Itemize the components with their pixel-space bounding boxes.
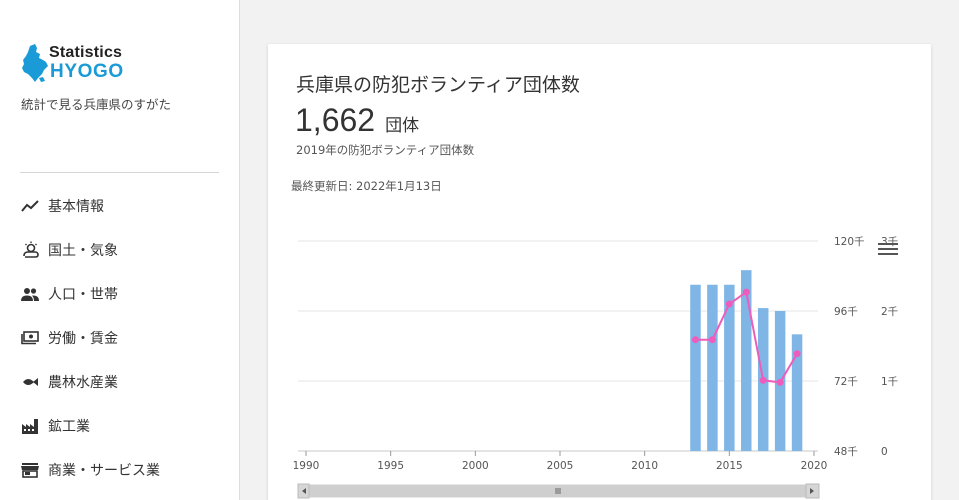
left-axis-tick-label: 120千 (834, 236, 865, 248)
stat-caption: 2019年の防犯ボランティア団体数 (296, 143, 475, 157)
statistics-hyogo-logo[interactable]: Statistics HYOGO (20, 44, 140, 84)
trend-line-icon (20, 196, 40, 216)
sidebar-item-basic-info[interactable]: 基本情報 (20, 191, 220, 221)
sidebar-item-label: 国土・気象 (48, 243, 118, 259)
right-axis-tick-label: 1千 (881, 376, 898, 388)
x-axis-tick-label: 2020 (801, 460, 828, 472)
stat-card: 兵庫県の防犯ボランティア団体数 1,662 団体 2019年の防犯ボランティア団… (268, 44, 931, 500)
left-axis-tick-label: 48千 (834, 446, 858, 458)
left-axis-tick-label: 72千 (834, 376, 858, 388)
card-title: 兵庫県の防犯ボランティア団体数 (296, 74, 580, 96)
bar (690, 284, 701, 451)
line-point (759, 376, 767, 384)
line-point (725, 300, 733, 308)
stat-unit: 団体 (385, 116, 420, 136)
chart: 48千 72千 96千 120千 0 1千 2千 3千 1990 1995 2000 2005 2010… (293, 236, 898, 499)
x-axis-tick-label: 2000 (462, 460, 489, 472)
hyogo-map-icon (22, 44, 48, 82)
stat-value: 1,662 (295, 102, 376, 138)
sidebar-item-commerce-services[interactable]: 商業・サービス業 (20, 455, 220, 485)
x-axis-tick-label: 2015 (716, 460, 743, 472)
sidebar-item-label: 鉱工業 (48, 419, 90, 435)
sidebar-item-mining-industry[interactable]: 鉱工業 (20, 411, 220, 441)
logo-title-bottom: HYOGO (50, 61, 124, 82)
line-point (691, 336, 699, 344)
tagline: 統計で見る兵庫県のすがた (21, 97, 172, 112)
line-point (708, 336, 716, 344)
store-icon (20, 460, 40, 480)
line-point (742, 288, 750, 296)
fish-icon (20, 372, 40, 392)
money-icon (20, 328, 40, 348)
sidebar-item-label: 基本情報 (48, 199, 104, 215)
sidebar: Statistics HYOGO 統計で見る兵庫県のすがた 基本情報 国土・気象… (0, 0, 240, 500)
factory-icon (20, 416, 40, 436)
stat-value-row: 1,662 団体 (295, 102, 419, 139)
sidebar-item-label: 人口・世帯 (48, 287, 118, 303)
sidebar-item-population[interactable]: 人口・世帯 (20, 279, 220, 309)
left-axis-tick-label: 96千 (834, 306, 858, 318)
line-point (793, 350, 801, 358)
x-axis-tick-label: 1995 (377, 460, 404, 472)
sidebar-item-land-weather[interactable]: 国土・気象 (20, 235, 220, 265)
people-icon (20, 284, 40, 304)
x-axis-tick-label: 2010 (631, 460, 658, 472)
sidebar-item-label: 商業・サービス業 (48, 463, 160, 479)
line-point (776, 378, 784, 386)
weather-icon (20, 240, 40, 260)
x-axis-tick-label: 2005 (547, 460, 574, 472)
sidebar-item-label: 農林水産業 (48, 375, 118, 391)
last-updated: 最終更新日: 2022年1月13日 (291, 179, 442, 193)
bar (707, 284, 718, 451)
sidebar-divider (20, 172, 219, 173)
right-axis-tick-label: 3千 (881, 236, 898, 248)
sidebar-item-label: 労働・賃金 (48, 331, 118, 347)
sidebar-item-agriculture[interactable]: 農林水産業 (20, 367, 220, 397)
sidebar-item-labor-wages[interactable]: 労働・賃金 (20, 323, 220, 353)
right-axis-tick-label: 0 (881, 446, 888, 458)
x-axis-tick-label: 1990 (293, 460, 320, 472)
logo-title-top: Statistics (49, 44, 123, 61)
right-axis-tick-label: 2千 (881, 306, 898, 318)
